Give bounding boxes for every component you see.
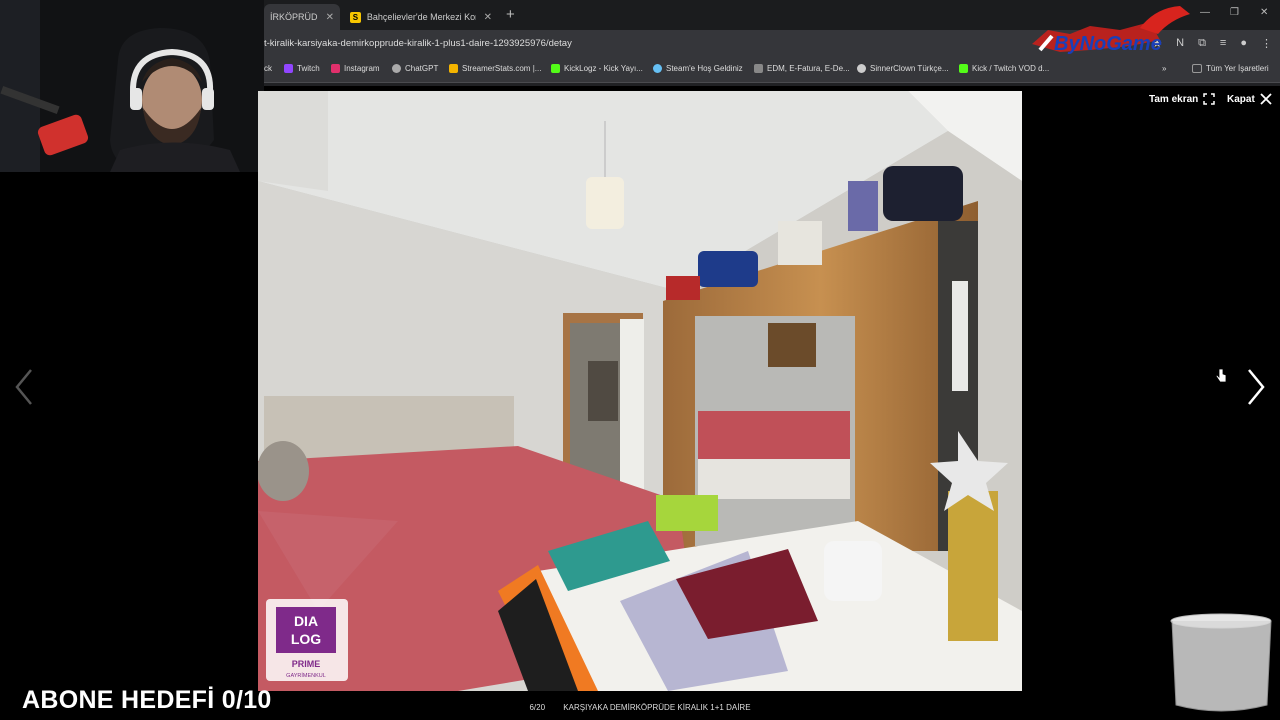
bookmark-item-kicklogz[interactable]: KickLogz - Kick Yayı... bbox=[551, 64, 643, 73]
kick-icon bbox=[959, 64, 968, 73]
streamer-logo: ByNoGame bbox=[1032, 6, 1190, 55]
next-photo-arrow-icon[interactable] bbox=[1246, 368, 1266, 406]
close-viewer-button[interactable]: Kapat bbox=[1227, 93, 1272, 105]
instagram-icon bbox=[331, 64, 340, 73]
fullscreen-button[interactable]: Tam ekran bbox=[1149, 93, 1216, 105]
bookmark-item-instagram[interactable]: Instagram bbox=[331, 64, 380, 73]
sahibinden-favicon-icon: S bbox=[350, 11, 361, 23]
chatgpt-icon bbox=[392, 64, 401, 73]
tab-close-icon[interactable]: ✕ bbox=[326, 12, 334, 23]
tab-label: Bahçelievler'de Merkezi Konum bbox=[366, 12, 476, 22]
bookmark-item-steam[interactable]: Steam'e Hoş Geldiniz bbox=[653, 64, 743, 73]
fullscreen-label: Tam ekran bbox=[1149, 93, 1199, 105]
edm-icon bbox=[754, 64, 763, 73]
bookmark-item-chatgpt[interactable]: ChatGPT bbox=[392, 64, 438, 73]
bedroom-image: DIA LOG PRIME GAYRİMENKUL bbox=[258, 91, 1022, 691]
bookmark-overflow-chevron-icon[interactable]: » bbox=[1162, 64, 1166, 73]
stats-icon bbox=[449, 64, 458, 73]
bookmark-item-streamerstats[interactable]: StreamerStats.com |... bbox=[449, 64, 541, 73]
bookmark-item[interactable]: ck bbox=[264, 64, 272, 73]
logo-sub-text: GAYRİMENKUL bbox=[286, 672, 326, 679]
profile-avatar-icon[interactable]: ● bbox=[1240, 37, 1247, 50]
tab-label: İRKÖPRÜDE KİRALIK 1 bbox=[270, 12, 318, 22]
listing-photo: DIA LOG PRIME GAYRİMENKUL bbox=[258, 91, 1022, 691]
watermark-text: ByNoGame bbox=[1054, 33, 1162, 55]
kicklogz-icon bbox=[551, 64, 560, 73]
photo-counter: 6/20 bbox=[529, 703, 546, 712]
fullscreen-icon bbox=[1203, 93, 1216, 105]
menu-kebab-icon[interactable]: ⋮ bbox=[1261, 37, 1272, 50]
bookmark-item-kick-vod[interactable]: Kick / Twitch VOD d... bbox=[959, 64, 1049, 73]
tab-close-icon[interactable]: ✕ bbox=[484, 12, 492, 23]
logo-text-dia: DIA bbox=[294, 613, 318, 629]
bookmark-all-bookmarks[interactable]: Tüm Yer İşaretleri bbox=[1192, 64, 1269, 73]
webcam-feed bbox=[0, 0, 264, 172]
steam-icon bbox=[653, 64, 662, 73]
bookmark-item-edm[interactable]: EDM, E-Fatura, E-De... bbox=[754, 64, 850, 73]
previous-photo-arrow-icon[interactable] bbox=[14, 368, 34, 406]
folder-icon bbox=[1192, 64, 1202, 73]
glass-cup-overlay bbox=[1170, 613, 1272, 712]
hand-cursor-icon bbox=[1215, 368, 1227, 383]
maximize-icon[interactable]: ❐ bbox=[1230, 7, 1239, 18]
bookmarks-bar: ck Twitch Instagram ChatGPT StreamerStat… bbox=[264, 58, 1280, 83]
subscriber-goal-text: ABONE HEDEFİ 0/10 bbox=[22, 686, 272, 714]
close-icon bbox=[1260, 93, 1272, 105]
bookmark-item-twitch[interactable]: Twitch bbox=[284, 64, 320, 73]
media-control-icon[interactable]: ≡ bbox=[1220, 37, 1226, 50]
new-tab-plus-icon[interactable]: + bbox=[506, 6, 515, 23]
logo-text-log: LOG bbox=[291, 631, 321, 647]
tab-active[interactable]: İRKÖPRÜDE KİRALIK 1 ✕ bbox=[264, 4, 340, 30]
window-close-icon[interactable]: ✕ bbox=[1260, 7, 1268, 18]
listing-title: KARŞIYAKA DEMİRKÖPRÜDE KİRALIK 1+1 DAİRE bbox=[563, 703, 751, 712]
minimize-icon[interactable]: — bbox=[1200, 7, 1210, 18]
logo-brand-text: PRIME bbox=[292, 659, 321, 669]
close-label: Kapat bbox=[1227, 93, 1255, 105]
twitch-icon bbox=[284, 64, 293, 73]
bookmark-item-sinnerclown[interactable]: SinnerClown Türkçe... bbox=[857, 64, 949, 73]
globe-icon bbox=[857, 64, 866, 73]
tab-bahcelievler[interactable]: S Bahçelievler'de Merkezi Konum ✕ bbox=[344, 4, 498, 30]
url-text[interactable]: t-kiralik-karsiyaka-demirkopprude-kirali… bbox=[264, 38, 572, 49]
webcam-overlay bbox=[0, 0, 264, 172]
